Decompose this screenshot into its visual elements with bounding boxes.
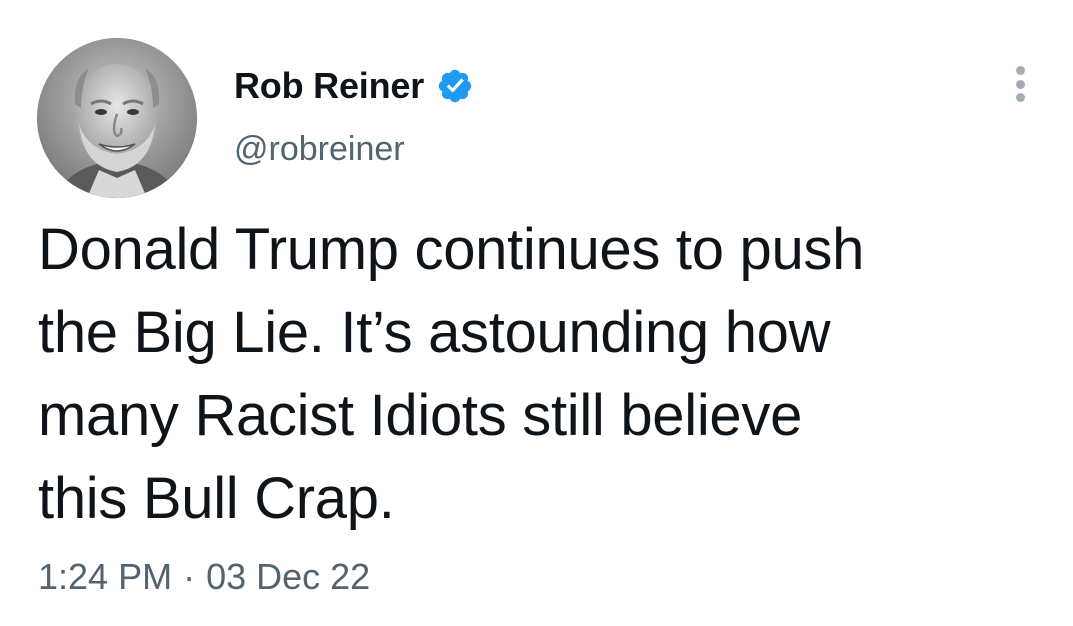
avatar[interactable]	[37, 38, 197, 198]
author-handle[interactable]: @robreiner	[234, 130, 405, 169]
tweet-card: Rob Reiner @robreiner Donald Trump conti…	[0, 0, 1073, 626]
timestamp-separator: ·	[183, 556, 196, 597]
avatar-image	[37, 38, 197, 198]
more-options-icon	[1015, 66, 1025, 75]
tweet-text-line: the Big Lie. It’s astounding how	[38, 300, 831, 365]
tweet-date[interactable]: 03 Dec 22	[206, 556, 370, 598]
tweet-timestamp[interactable]: 1:24 PM · 03 Dec 22	[38, 556, 370, 598]
tweet-text-line: many Racist Idiots still believe	[38, 383, 803, 448]
tweet-text-line: Donald Trump continues to push	[38, 217, 865, 282]
verified-badge-icon	[436, 67, 474, 105]
more-options-button[interactable]	[1000, 58, 1040, 110]
tweet-text-line: this Bull Crap.	[38, 466, 395, 531]
more-options-icon-dot	[1015, 93, 1025, 102]
tweet-text: Donald Trump continues to push the Big L…	[38, 208, 1048, 540]
author-name-row[interactable]: Rob Reiner	[234, 62, 474, 110]
author-display-name[interactable]: Rob Reiner	[234, 65, 424, 107]
tweet-time[interactable]: 1:24 PM	[38, 556, 172, 598]
more-options-icon-dot	[1015, 79, 1025, 89]
